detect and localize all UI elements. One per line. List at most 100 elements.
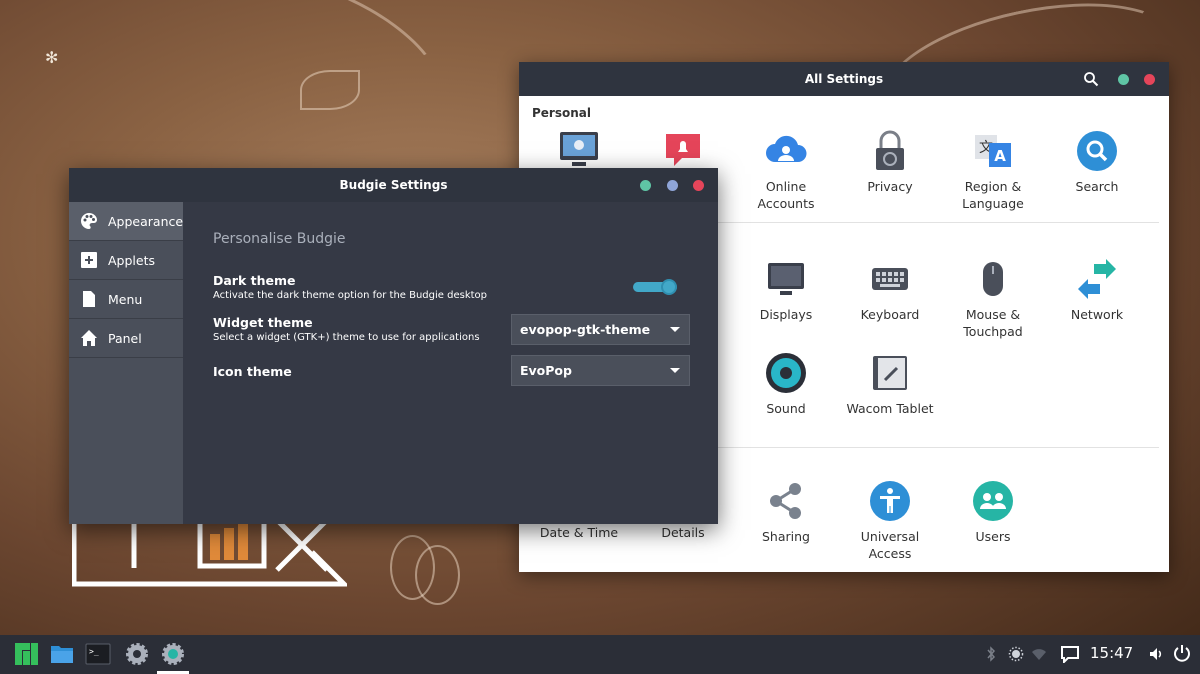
close-button[interactable] [693, 180, 704, 191]
settings-item-sharing[interactable]: Sharing [734, 480, 838, 545]
file-manager-icon[interactable] [49, 641, 75, 667]
settings-item-label: Universal Access [860, 529, 920, 561]
settings-item-privacy[interactable]: Privacy [838, 130, 942, 195]
window-title: All Settings [804, 72, 884, 86]
minimize-button[interactable] [640, 180, 651, 191]
settings-item-label: Users [975, 529, 1011, 544]
palette-icon [81, 213, 97, 229]
desktop-background-icon [560, 132, 598, 166]
manjaro-menu-icon[interactable] [13, 641, 39, 667]
maximize-button[interactable] [667, 180, 678, 191]
settings-item-label: Mouse & Touchpad [963, 307, 1023, 339]
icon-theme-dropdown[interactable]: EvoPop [511, 355, 690, 386]
wacom-tablet-icon [873, 356, 907, 390]
budgie-settings-window: Budgie Settings Appearance Applets Menu … [69, 168, 718, 524]
settings-item-network[interactable]: Network [1045, 258, 1149, 323]
budgie-main-panel: Personalise Budgie Dark theme Activate t… [183, 202, 718, 524]
settings-item-wacom-tablet[interactable]: Wacom Tablet [838, 352, 942, 417]
settings-item-label: Search [1075, 179, 1119, 194]
sound-icon [766, 353, 806, 393]
settings-item-label: Online Accounts [757, 179, 815, 211]
online-accounts-icon [766, 135, 807, 162]
settings-item-label: Keyboard [860, 307, 920, 322]
settings-item-label: Date & Time [539, 525, 619, 540]
sidebar-item-label: Panel [108, 330, 142, 346]
settings-item-search[interactable]: Search [1045, 130, 1149, 195]
settings-item-label: Displays [759, 307, 813, 322]
settings-item-background[interactable] [527, 130, 631, 172]
settings-item-label: Sound [766, 401, 806, 416]
sidebar-item-panel[interactable]: Panel [69, 319, 183, 358]
widget-theme-title: Widget theme [213, 315, 313, 330]
document-icon [83, 291, 95, 307]
settings-item-date-time[interactable]: Date & Time [527, 524, 631, 541]
wallpaper-leaf-3 [415, 545, 460, 605]
users-icon [973, 481, 1013, 521]
sidebar-item-label: Menu [108, 291, 143, 307]
svg-text:>_: >_ [89, 647, 99, 656]
dark-theme-subtitle: Activate the dark theme option for the B… [213, 290, 487, 301]
sharing-icon [770, 483, 801, 519]
dark-theme-title: Dark theme [213, 273, 296, 288]
dark-theme-switch[interactable] [633, 279, 677, 295]
network-icon [1078, 259, 1116, 299]
settings-item-label: Network [1070, 307, 1124, 322]
page-title: Personalise Budgie [213, 231, 346, 247]
settings-item-users[interactable]: Users [941, 480, 1045, 545]
window-title: Budgie Settings [339, 178, 448, 192]
widget-theme-dropdown[interactable]: evopop-gtk-theme [511, 314, 690, 345]
bluetooth-icon[interactable] [983, 646, 999, 662]
notifications-icon [666, 134, 700, 166]
all-settings-header: All Settings [519, 62, 1169, 96]
budgie-settings-icon[interactable] [160, 641, 186, 667]
sidebar-item-applets[interactable]: Applets [69, 241, 183, 280]
settings-item-notifications[interactable] [631, 130, 735, 172]
volume-icon[interactable] [1148, 646, 1164, 662]
minimize-button[interactable] [1118, 74, 1129, 85]
home-icon [81, 330, 97, 346]
clock[interactable]: 15:47 [1090, 644, 1133, 662]
settings-item-online-accounts[interactable]: Online Accounts [734, 130, 838, 212]
universal-access-icon [870, 481, 910, 521]
keyboard-icon [872, 268, 908, 290]
wallpaper-leaf-1 [300, 70, 360, 110]
budgie-sidebar: Appearance Applets Menu Panel [69, 202, 183, 524]
settings-item-displays[interactable]: Displays [734, 258, 838, 323]
search-icon [1077, 131, 1117, 171]
close-button[interactable] [1144, 74, 1155, 85]
settings-item-universal-access[interactable]: Universal Access [838, 480, 942, 562]
settings-item-keyboard[interactable]: Keyboard [838, 258, 942, 323]
power-icon[interactable] [1173, 644, 1191, 662]
switch-knob [661, 279, 677, 295]
sidebar-item-appearance[interactable]: Appearance [69, 202, 183, 241]
mouse-icon [983, 262, 1003, 296]
settings-item-label: Sharing [762, 529, 810, 544]
notifications-chat-icon[interactable] [1060, 645, 1080, 663]
wallpaper-branch-1 [113, 0, 467, 186]
wifi-icon[interactable] [1031, 646, 1047, 662]
settings-item-sound[interactable]: Sound [734, 352, 838, 417]
terminal-icon[interactable]: >_ [85, 641, 111, 667]
brightness-icon[interactable] [1008, 646, 1024, 662]
dropdown-value: EvoPop [520, 363, 572, 378]
sidebar-item-menu[interactable]: Menu [69, 280, 183, 319]
settings-item-region-language[interactable]: 文 A Region & Language [941, 130, 1045, 212]
search-icon[interactable] [1083, 71, 1099, 87]
settings-item-mouse-touchpad[interactable]: Mouse & Touchpad [941, 258, 1045, 340]
region-language-icon: 文 A [975, 135, 1011, 167]
settings-item-details[interactable]: Details [631, 524, 735, 541]
taskbar: >_ 15:47 [0, 635, 1200, 674]
sidebar-item-label: Applets [108, 252, 155, 268]
settings-item-label: Details [661, 525, 705, 540]
settings-item-label: Privacy [867, 179, 913, 194]
chevron-down-icon [670, 368, 680, 373]
dropdown-value: evopop-gtk-theme [520, 322, 651, 337]
widget-theme-subtitle: Select a widget (GTK+) theme to use for … [213, 332, 480, 343]
icon-theme-title: Icon theme [213, 364, 292, 379]
privacy-lock-icon [876, 130, 904, 170]
svg-text:A: A [994, 147, 1006, 165]
settings-gear-icon[interactable] [124, 641, 150, 667]
sidebar-item-label: Appearance [108, 213, 184, 229]
wallpaper-seed: ✻ [45, 48, 59, 67]
settings-item-label: Wacom Tablet [846, 401, 934, 416]
